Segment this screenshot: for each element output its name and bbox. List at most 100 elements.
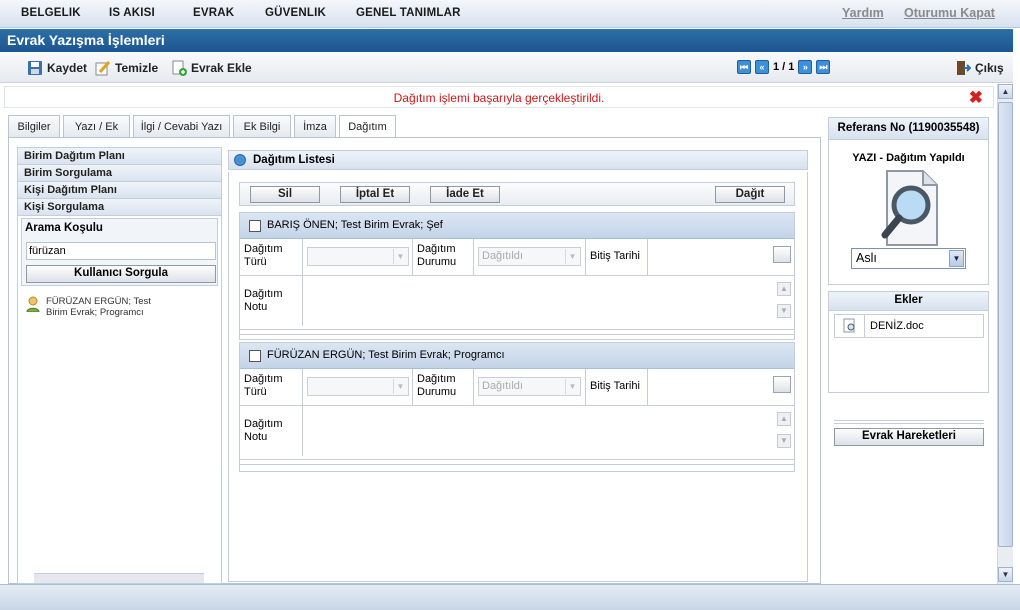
recipient-checkbox[interactable] xyxy=(249,220,261,232)
divider xyxy=(240,459,794,465)
chevron-down-icon: ▼ xyxy=(565,249,579,264)
calendar-icon[interactable] xyxy=(773,246,791,263)
previous-page-icon[interactable]: « xyxy=(755,60,769,74)
magnifier-document-icon xyxy=(843,318,854,333)
copy-type-value: Aslı xyxy=(856,251,877,265)
exit-door-icon xyxy=(957,61,971,75)
status-select[interactable]: Dağıtıldı ▼ xyxy=(478,377,581,396)
next-page-icon[interactable]: » xyxy=(798,60,813,74)
end-date-label: Bitiş Tarihi xyxy=(585,239,648,275)
top-menu-bar: BELGELIK IS AKISI EVRAK GÜVENLIK GENEL T… xyxy=(0,0,1020,28)
save-label: Kaydet xyxy=(47,61,88,75)
floppy-disk-icon xyxy=(28,61,42,75)
document-history-button[interactable]: Evrak Hareketleri xyxy=(834,428,984,446)
status-label: Dağıtım Durumu xyxy=(412,239,474,275)
tab-dagitim[interactable]: Dağıtım xyxy=(339,115,396,139)
user-search-button[interactable]: Kullanıcı Sorgula xyxy=(26,265,216,283)
recipient-fields-row: Dağıtım Türü ▼ Dağıtım Durumu Dağıtıldı ▼… xyxy=(240,239,794,276)
sidebar-item-birim-sorgulama[interactable]: Birim Sorgulama xyxy=(18,165,221,182)
type-select[interactable]: ▼ xyxy=(307,377,409,396)
tab-ek-bilgi[interactable]: Ek Bilgi xyxy=(233,115,291,138)
result-line-1: FÜRÜZAN ERGÜN; Test xyxy=(46,296,151,307)
status-bar xyxy=(0,584,1020,610)
clear-button[interactable]: Temizle xyxy=(95,60,158,76)
exit-button[interactable]: Çıkış xyxy=(955,60,1004,76)
note-textarea[interactable] xyxy=(303,278,793,324)
pencil-paper-icon xyxy=(95,60,111,76)
menu-genel-tanimlar[interactable]: GENEL TANIMLAR xyxy=(356,7,461,19)
note-label: Dağıtım Notu xyxy=(240,406,303,456)
recipient-checkbox[interactable] xyxy=(249,350,261,362)
chevron-down-icon: ▼ xyxy=(565,379,579,394)
chevron-down-icon: ▼ xyxy=(393,379,407,394)
menu-belgelik[interactable]: BELGELIK xyxy=(21,7,81,19)
sidebar-footer xyxy=(34,573,204,583)
info-icon xyxy=(234,154,246,166)
success-message-bar: Dağıtım işlemi başarıyla gerçekleştirild… xyxy=(4,86,994,108)
document-status: YAZI - Dağıtım Yapıldı xyxy=(852,152,965,164)
cancel-button[interactable]: İptal Et xyxy=(340,186,410,203)
tab-yazi-ek[interactable]: Yazı / Ek xyxy=(63,115,130,138)
menu-is-akisi[interactable]: IS AKISI xyxy=(109,7,155,19)
tab-bilgiler[interactable]: Bilgiler xyxy=(8,115,60,138)
page-scrollbar[interactable]: ▲ ▼ xyxy=(997,84,1013,584)
help-link[interactable]: Yardım xyxy=(842,6,884,20)
tab-imza[interactable]: İmza xyxy=(294,115,336,138)
search-input[interactable] xyxy=(26,242,216,260)
delete-button[interactable]: Sil xyxy=(250,186,320,203)
pager: ⏮ « 1 / 1 » ⏭ xyxy=(737,60,831,74)
menu-guvenlik[interactable]: GÜVENLIK xyxy=(265,7,326,19)
type-label: Dağıtım Türü xyxy=(240,369,303,405)
calendar-icon[interactable] xyxy=(773,376,791,393)
scroll-down-icon[interactable]: ▼ xyxy=(777,434,791,448)
page-indicator: 1 / 1 xyxy=(773,61,795,73)
return-button[interactable]: İade Et xyxy=(430,186,500,203)
file-icon-cell xyxy=(835,315,865,337)
document-search-icon xyxy=(881,170,938,246)
search-box: Arama Koşulu Kullanıcı Sorgula xyxy=(21,218,218,286)
scroll-down-icon[interactable]: ▼ xyxy=(777,304,791,318)
search-result-item[interactable]: FÜRÜZAN ERGÜN; Test Birim Evrak; Program… xyxy=(26,296,151,318)
type-select[interactable]: ▼ xyxy=(307,247,409,266)
attachment-filename: DENİZ.doc xyxy=(870,320,924,332)
end-date-label: Bitiş Tarihi xyxy=(585,369,648,405)
add-document-button[interactable]: Evrak Ekle xyxy=(171,60,252,76)
status-select[interactable]: Dağıtıldı ▼ xyxy=(478,247,581,266)
first-page-icon[interactable]: ⏮ xyxy=(737,60,751,74)
copy-type-select[interactable]: Aslı ▼ xyxy=(851,248,966,269)
scroll-up-icon[interactable]: ▲ xyxy=(777,282,791,296)
sidebar-item-birim-dagitim-plani[interactable]: Birim Dağıtım Planı xyxy=(18,148,221,165)
scrollbar-thumb[interactable] xyxy=(998,102,1013,547)
distribution-list-title: Dağıtım Listesi xyxy=(253,154,335,166)
scroll-down-icon[interactable]: ▼ xyxy=(998,567,1013,582)
logout-link[interactable]: Oturumu Kapat xyxy=(904,6,995,20)
note-textarea[interactable] xyxy=(303,408,793,454)
sidebar-item-kisi-sorgulama[interactable]: Kişi Sorgulama xyxy=(18,199,221,216)
exit-label: Çıkış xyxy=(975,61,1004,75)
add-document-icon xyxy=(172,60,187,76)
sidebar-item-kisi-dagitim-plani[interactable]: Kişi Dağıtım Planı xyxy=(18,182,221,199)
recipient-name: FÜRÜZAN ERGÜN; Test Birim Evrak; Program… xyxy=(267,349,505,361)
status-select-value: Dağıtıldı xyxy=(482,250,523,262)
page-title: Evrak Yazışma İşlemleri xyxy=(0,29,1013,52)
distribution-button-bar: Sil İptal Et İade Et Dağıt xyxy=(239,182,795,206)
close-icon[interactable]: ✖ xyxy=(969,88,983,108)
status-label: Dağıtım Durumu xyxy=(412,369,474,405)
menu-evrak[interactable]: EVRAK xyxy=(193,7,234,19)
result-line-2: Birim Evrak; Programcı xyxy=(46,307,144,318)
scroll-up-icon[interactable]: ▲ xyxy=(777,412,791,426)
recipient-header: FÜRÜZAN ERGÜN; Test Birim Evrak; Program… xyxy=(240,343,794,369)
recipient-fields-row: Dağıtım Türü ▼ Dağıtım Durumu Dağıtıldı ▼… xyxy=(240,369,794,406)
tab-ilgi-cevabi-yazi[interactable]: İlgi / Cevabi Yazı xyxy=(133,115,230,138)
scroll-up-icon[interactable]: ▲ xyxy=(998,84,1013,99)
chevron-down-icon: ▼ xyxy=(949,250,964,267)
type-label: Dağıtım Türü xyxy=(240,239,303,275)
attachment-item[interactable]: DENİZ.doc xyxy=(834,314,984,338)
distribute-button[interactable]: Dağıt xyxy=(715,186,785,203)
save-button[interactable]: Kaydet xyxy=(27,60,87,76)
last-page-icon[interactable]: ⏭ xyxy=(816,60,831,74)
add-document-label: Evrak Ekle xyxy=(191,61,252,75)
divider xyxy=(240,329,794,335)
success-message: Dağıtım işlemi başarıyla gerçekleştirild… xyxy=(393,91,605,105)
recipient-note-row: Dağıtım Notu ▲ ▼ xyxy=(240,276,794,326)
